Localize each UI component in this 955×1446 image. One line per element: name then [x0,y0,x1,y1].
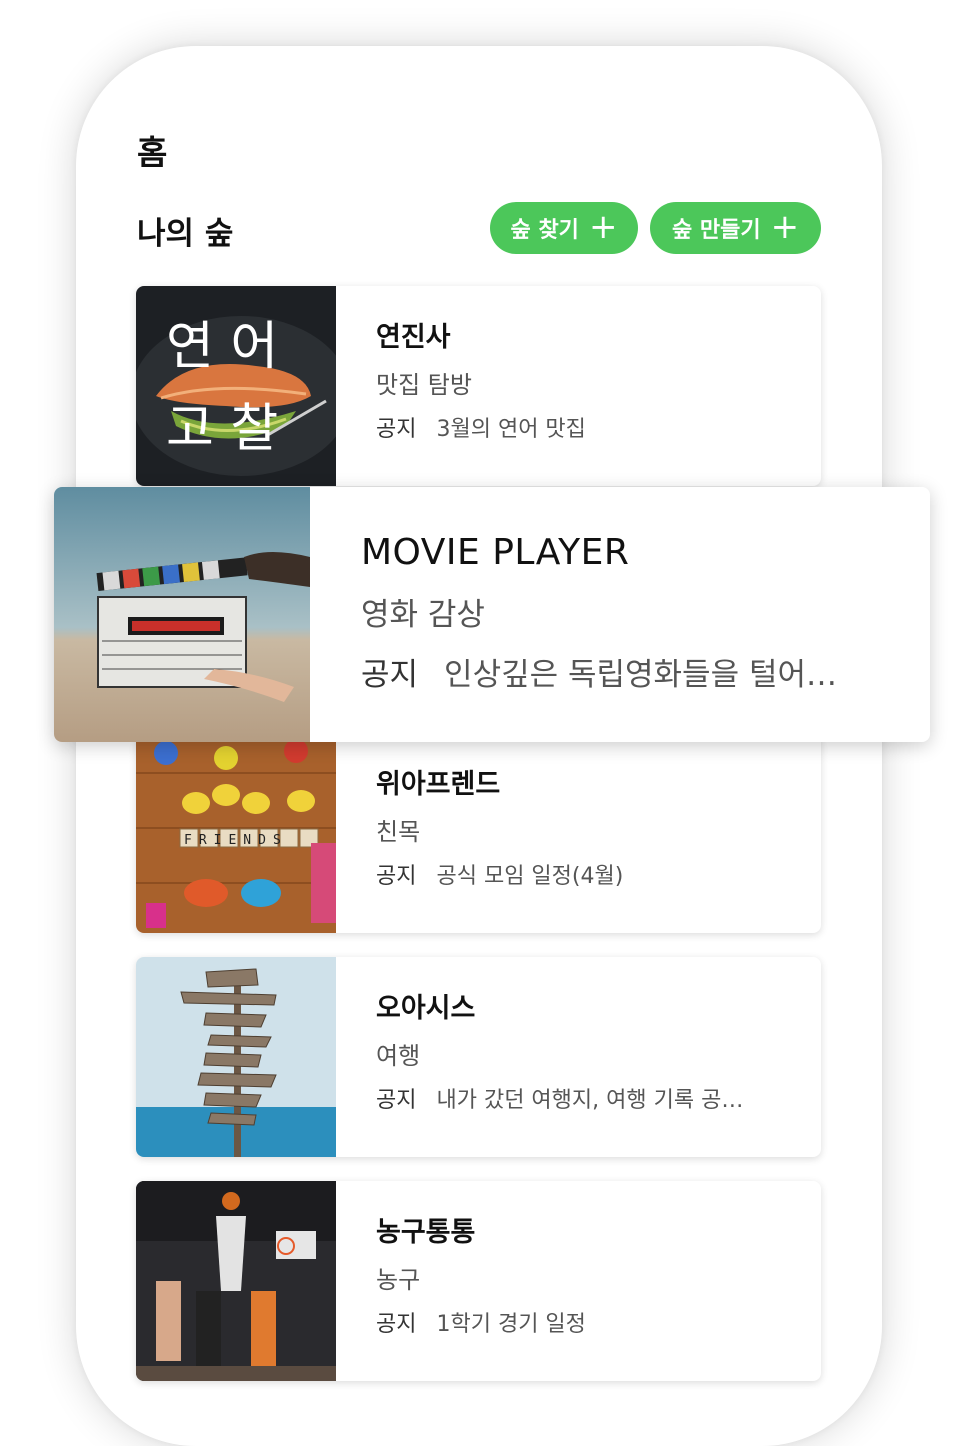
notice-label: 공지 [376,417,417,442]
find-forest-button[interactable]: 숲 찾기 + [490,202,638,254]
forest-category: 여행 [376,1042,421,1070]
forest-notice: 공지 3월의 연어 맛집 [376,416,801,444]
plus-icon: + [770,206,800,247]
notice-text: 공식 모임 일정(4월) [436,864,624,889]
forest-category: 맛집 탐방 [376,371,472,399]
forest-notice: 공지 1학기 경기 일정 [376,1311,801,1339]
notice-text: 1학기 경기 일정 [436,1312,586,1337]
forest-category: 농구 [376,1266,421,1294]
forest-card-wearefriend[interactable]: FRIENDS 위아프렌드 친목 공지 공식 모임 일정(4월) [136,733,821,933]
plus-icon: + [588,206,618,247]
forest-notice: 공지 인상깊은 독립영화들을 털어… [361,655,860,695]
forest-name: MOVIE PLAYER [361,532,630,573]
notice-text: 내가 갔던 여행지, 여행 기록 공… [436,1088,744,1113]
forest-category: 친목 [376,818,421,846]
forest-name: 위아프렌드 [376,769,501,800]
forest-name: 농구통통 [376,1217,476,1248]
forest-card-yeonjinsa[interactable]: 연 어 고 찰 연진사 맛집 탐방 공지 3월의 연어 맛집 [136,286,821,486]
forest-notice: 공지 공식 모임 일정(4월) [376,863,801,891]
salmon-overlay-text-2: 고 찰 [166,399,278,459]
salmon-thumbnail: 연 어 고 찰 [136,286,336,486]
clapperboard-thumbnail [54,487,310,742]
friends-thumbnail: FRIENDS [136,733,336,933]
notice-label: 공지 [376,1312,417,1337]
create-forest-label: 숲 만들기 [671,218,761,243]
forest-card-oasis[interactable]: 오아시스 여행 공지 내가 갔던 여행지, 여행 기록 공… [136,957,821,1157]
notice-label: 공지 [376,864,417,889]
forest-category: 영화 감상 [361,597,485,633]
page-title: 홈 [137,133,168,172]
create-forest-button[interactable]: 숲 만들기 + [650,202,821,254]
notice-label: 공지 [376,1088,417,1113]
forest-card-movie-player[interactable]: MOVIE PLAYER 영화 감상 공지 인상깊은 독립영화들을 털어… [54,487,930,742]
friends-tiles-text: FRIENDS [184,833,288,848]
my-forest-section-title: 나의 숲 [137,216,234,252]
signpost-thumbnail [136,957,336,1157]
forest-card-basketball[interactable]: 농구통통 농구 공지 1학기 경기 일정 [136,1181,821,1381]
notice-text: 인상깊은 독립영화들을 털어… [444,657,837,693]
notice-label: 공지 [361,657,419,693]
forest-notice: 공지 내가 갔던 여행지, 여행 기록 공… [376,1087,801,1115]
basketball-thumbnail [136,1181,336,1381]
notice-text: 3월의 연어 맛집 [436,417,586,442]
forest-name: 오아시스 [376,993,476,1024]
forest-name: 연진사 [376,322,451,353]
find-forest-label: 숲 찾기 [510,218,579,243]
salmon-overlay-text: 연 어 [166,317,278,377]
